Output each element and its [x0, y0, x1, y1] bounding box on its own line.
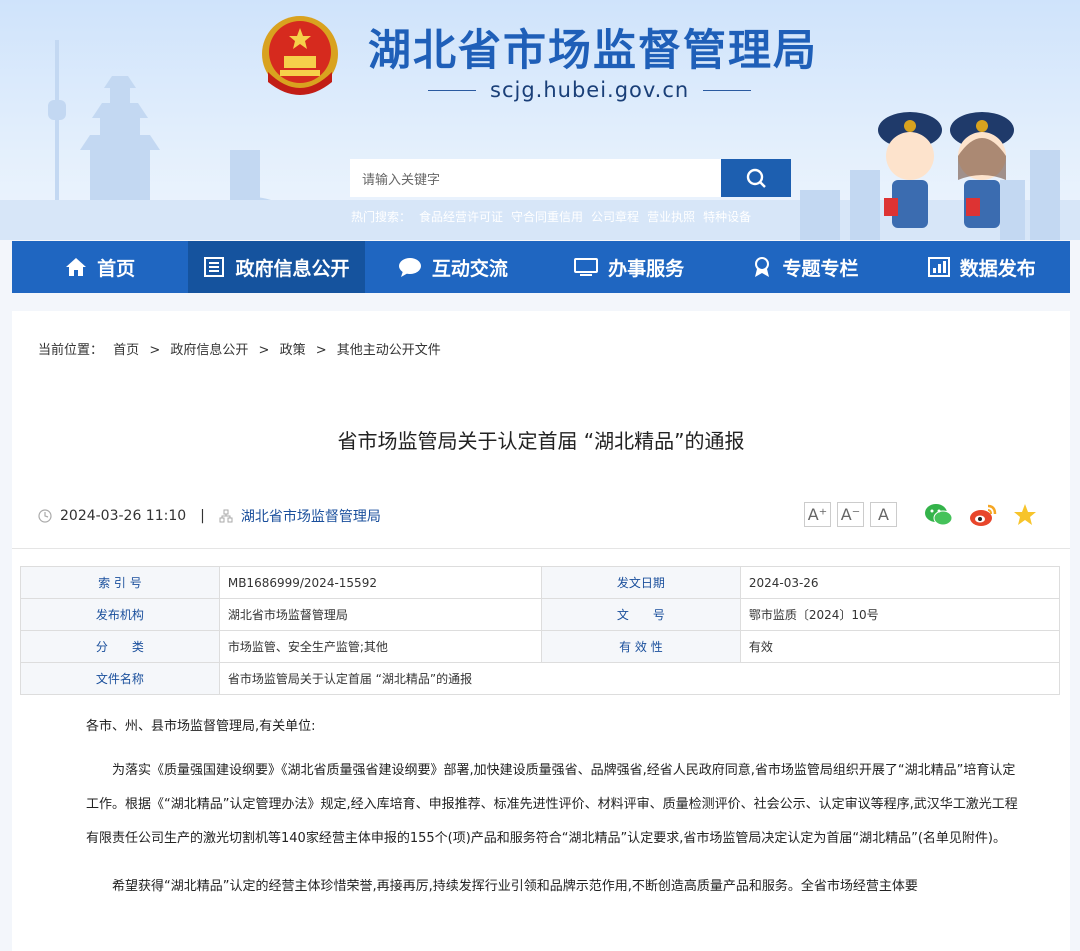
hot-search: 热门搜索： 食品经营许可证 守合同重信用 公司章程 营业执照 特种设备	[351, 208, 759, 225]
weibo-icon[interactable]	[968, 502, 998, 528]
meta-divider-line	[12, 548, 1070, 549]
hot-term[interactable]: 营业执照	[647, 210, 695, 224]
ribbon-icon	[755, 257, 770, 277]
nav-item-label: 互动交流	[431, 257, 508, 280]
nav-item-interaction[interactable]: 互动交流	[365, 241, 541, 293]
breadcrumb-item[interactable]: 政策	[280, 343, 306, 358]
font-size-controls: A⁺ A⁻ A	[804, 502, 897, 527]
wechat-icon[interactable]	[924, 502, 954, 528]
nav-item-label: 首页	[97, 257, 136, 280]
article-title: 省市场监管局关于认定首届 “湖北精品”的通报	[337, 429, 745, 453]
info-key: 发布机构	[20, 598, 220, 631]
info-value: 湖北省市场监督管理局	[218, 598, 542, 631]
article-meta: 2024-03-26 11:10 | 湖北省市场监督管理局	[38, 506, 381, 526]
info-value: 鄂市监质〔2024〕10号	[739, 598, 1061, 631]
breadcrumb-item[interactable]: 首页	[113, 343, 139, 358]
info-value: 2024-03-26	[739, 566, 1061, 599]
hot-term[interactable]: 特种设备	[703, 210, 751, 224]
favorite-star-icon[interactable]	[1012, 502, 1038, 528]
organization-icon	[219, 509, 233, 523]
search-placeholder: 请输入关键字	[362, 172, 441, 188]
breadcrumb-separator: >	[149, 343, 161, 358]
breadcrumb-label: 当前位置：	[38, 343, 104, 358]
meta-divider: |	[200, 508, 205, 524]
site-domain: scjg.hubei.gov.cn	[428, 72, 752, 108]
table-row: 发布机构 湖北省市场监督管理局 文 号 鄂市监质〔2024〕10号	[20, 598, 1061, 631]
salutation: 各市、州、县市场监督管理局,有关单位:	[86, 719, 316, 734]
breadcrumb-separator: >	[315, 343, 327, 358]
chart-icon	[927, 257, 950, 277]
body-paragraph: 为落实《质量强国建设纲要》《湖北省质量强省建设纲要》部署,加快建设质量强省、品牌…	[86, 763, 1018, 846]
domain-text: scjg.hubei.gov.cn	[490, 78, 690, 102]
info-value: 市场监管、安全生产监管;其他	[218, 630, 542, 663]
info-key: 文件名称	[20, 662, 220, 695]
table-row: 分 类 市场监管、安全生产监管;其他 有 效 性 有效	[20, 630, 1061, 663]
search-icon	[746, 168, 766, 188]
search-button[interactable]	[721, 159, 791, 197]
share-buttons	[924, 502, 1038, 528]
info-key: 文 号	[540, 598, 741, 631]
font-decrease-button[interactable]: A⁻	[837, 502, 864, 527]
nav-item-label: 办事服务	[608, 257, 685, 280]
breadcrumb: 当前位置： 首页 > 政府信息公开 > 政策 > 其他主动公开文件	[38, 339, 447, 358]
nav-item-government-info[interactable]: 政府信息公开	[188, 241, 365, 293]
breadcrumb-item[interactable]: 政府信息公开	[170, 343, 248, 358]
national-emblem-logo	[262, 16, 338, 95]
breadcrumb-separator: >	[258, 343, 270, 358]
publish-datetime: 2024-03-26 11:10	[60, 508, 187, 524]
home-icon	[66, 258, 87, 276]
table-row: 文件名称 省市场监管局关于认定首届 “湖北精品”的通报	[20, 662, 1061, 695]
nav-item-special-topics[interactable]: 专题专栏	[717, 241, 893, 293]
site-title: 湖北省市场监督管理局	[368, 26, 818, 76]
domain-right-rule	[703, 89, 752, 91]
nav-item-data-release[interactable]: 数据发布	[894, 241, 1070, 293]
search-input[interactable]: 请输入关键字	[350, 159, 721, 197]
hot-search-label: 热门搜索：	[351, 210, 412, 224]
domain-left-rule	[428, 89, 476, 91]
document-list-icon	[204, 257, 225, 277]
breadcrumb-item[interactable]: 其他主动公开文件	[337, 343, 441, 358]
info-key: 索 引 号	[20, 566, 220, 599]
info-value: 省市场监管局关于认定首届 “湖北精品”的通报	[218, 662, 1061, 695]
chat-bubble-icon	[398, 258, 421, 277]
info-value: MB1686999/2024-15592	[218, 566, 542, 599]
mascot-illustration	[878, 112, 1014, 228]
main-nav: 首页 政府信息公开 互动交流 办事服务 专题专栏 数据发布	[12, 241, 1070, 293]
publisher-name: 湖北省市场监督管理局	[240, 509, 381, 525]
info-key: 分 类	[20, 630, 220, 663]
nav-item-label: 数据发布	[959, 257, 1036, 280]
article-panel: 当前位置： 首页 > 政府信息公开 > 政策 > 其他主动公开文件 省市场监管局…	[12, 311, 1070, 951]
body-paragraph: 希望获得“湖北精品”认定的经营主体珍惜荣誉,再接再厉,持续发挥行业引领和品牌示范…	[112, 879, 918, 894]
article-body: 各市、州、县市场监督管理局,有关单位: 为落实《质量强国建设纲要》《湖北省质量强…	[86, 715, 1026, 904]
table-row: 索 引 号 MB1686999/2024-15592 发文日期 2024-03-…	[20, 566, 1061, 599]
monitor-icon	[574, 258, 599, 276]
font-increase-button[interactable]: A⁺	[804, 502, 831, 527]
info-key: 有 效 性	[540, 630, 741, 663]
site-header: 湖北省市场监督管理局 scjg.hubei.gov.cn 请输入关键字 热门搜索…	[0, 0, 1080, 240]
font-reset-button[interactable]: A	[870, 502, 897, 527]
hot-term[interactable]: 食品经营许可证	[419, 210, 503, 224]
nav-item-label: 专题专栏	[782, 257, 859, 280]
nav-item-services[interactable]: 办事服务	[541, 241, 717, 293]
hot-term[interactable]: 守合同重信用	[511, 210, 583, 224]
document-info-table: 索 引 号 MB1686999/2024-15592 发文日期 2024-03-…	[20, 566, 1061, 695]
clock-icon	[38, 509, 52, 523]
nav-item-label: 政府信息公开	[235, 257, 350, 280]
info-value: 有效	[739, 630, 1061, 663]
nav-item-home[interactable]: 首页	[12, 241, 188, 293]
hot-term[interactable]: 公司章程	[591, 210, 639, 224]
info-key: 发文日期	[540, 566, 741, 599]
